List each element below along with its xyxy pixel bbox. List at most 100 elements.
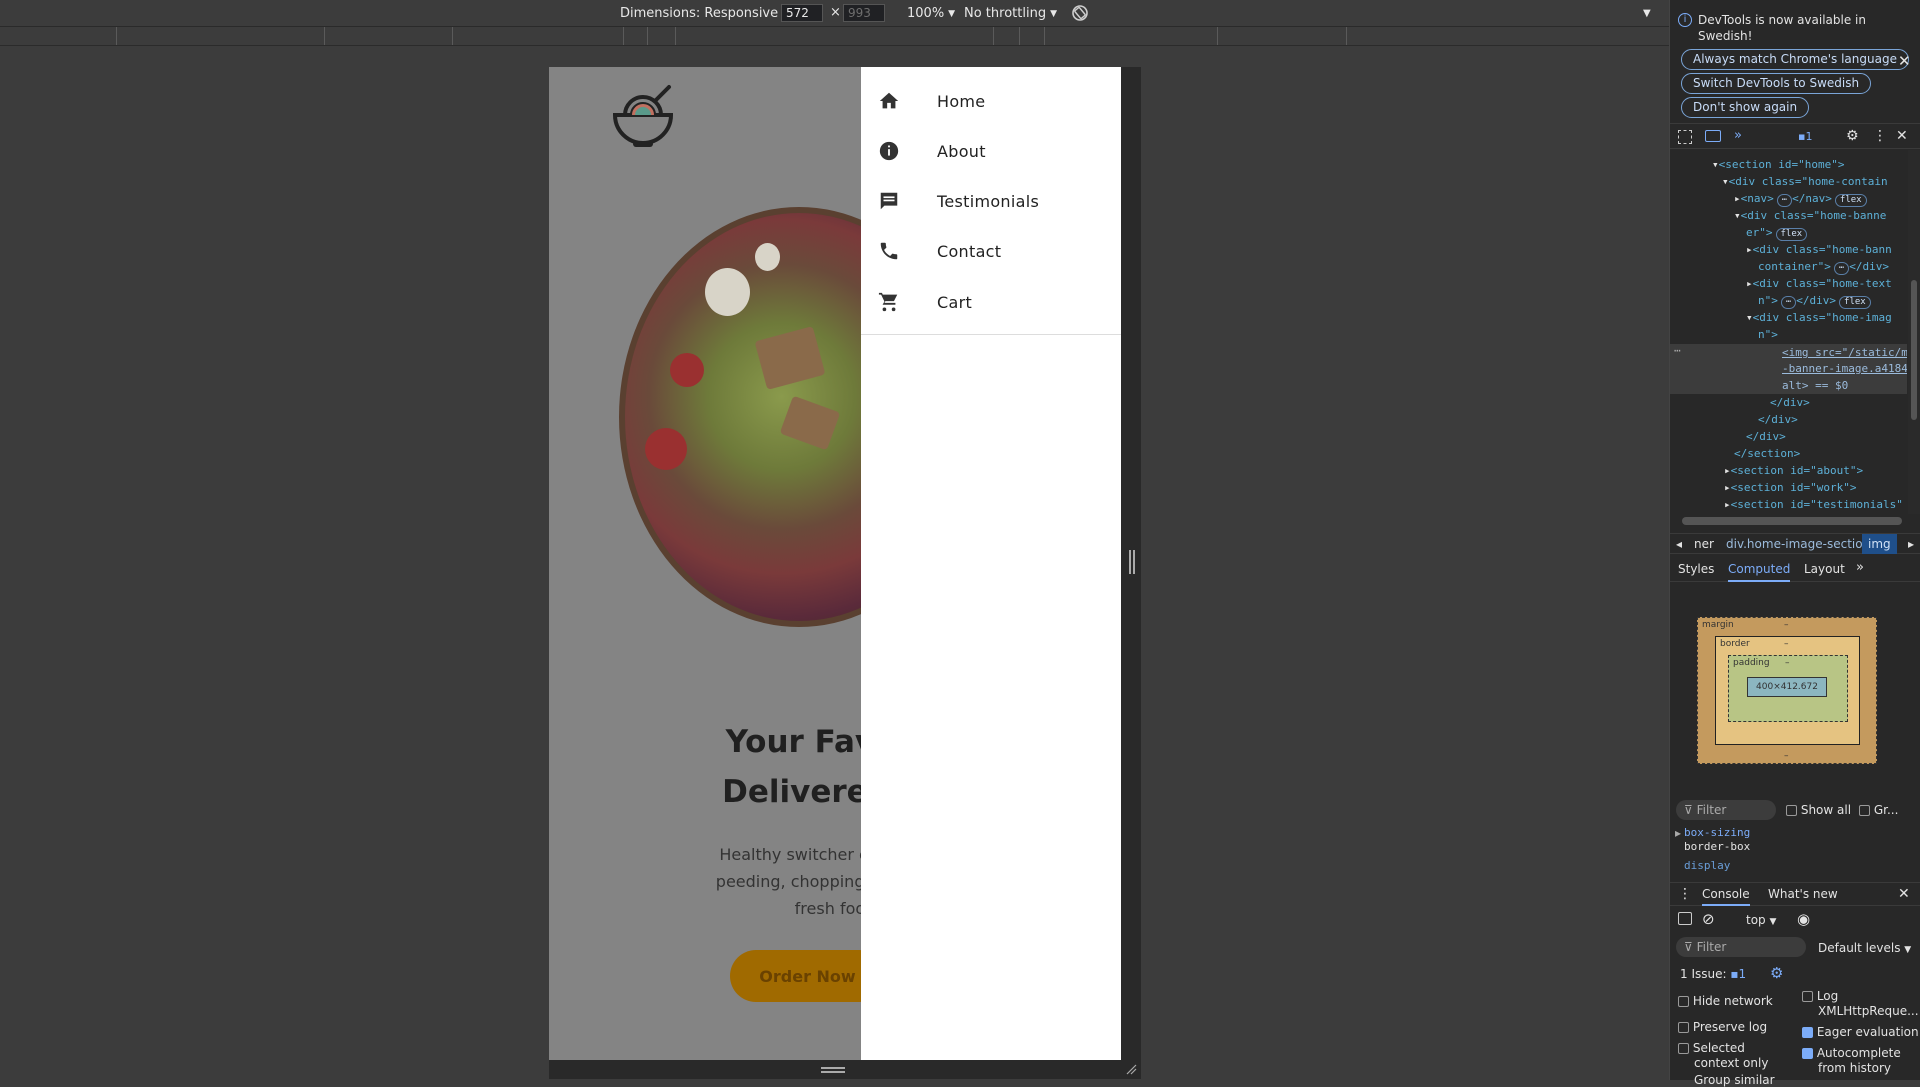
menu-item-contact[interactable]: Contact <box>861 226 1121 276</box>
kebab-menu-icon[interactable]: ⋮ <box>1678 886 1692 902</box>
breadcrumb-item[interactable]: div.home-image-section <box>1726 537 1870 551</box>
tree-node[interactable]: </div> <box>1746 430 1786 443</box>
context-dropdown[interactable]: top ▼ <box>1746 913 1776 927</box>
tab-computed[interactable]: Computed <box>1728 562 1791 582</box>
ruler-segment[interactable] <box>647 27 648 45</box>
clear-console-icon[interactable]: ⊘ <box>1702 910 1715 928</box>
ellipsis-badge[interactable]: ⋯ <box>1776 194 1793 207</box>
resize-handle-right[interactable] <box>1129 550 1135 574</box>
menu-item-about[interactable]: About <box>861 126 1121 176</box>
computed-prop[interactable]: box-sizing <box>1684 826 1750 839</box>
preserve-log-checkbox[interactable]: Preserve log <box>1678 1020 1767 1034</box>
hide-network-checkbox[interactable]: Hide network <box>1678 994 1773 1008</box>
menu-item-testimonials[interactable]: Testimonials <box>861 176 1121 226</box>
ellipsis-icon[interactable]: ⋯ <box>1674 344 1681 357</box>
close-icon[interactable]: ✕ <box>1898 886 1910 902</box>
tree-node[interactable]: </section> <box>1734 447 1800 460</box>
tree-node[interactable]: ▾<div class="home-banne <box>1734 209 1886 222</box>
chevron-left-icon[interactable]: ◂ <box>1676 537 1682 551</box>
ruler-segment[interactable] <box>116 27 117 45</box>
tab-layout[interactable]: Layout <box>1804 562 1845 576</box>
ruler-segment[interactable] <box>1346 27 1347 45</box>
ruler-segment[interactable] <box>452 27 453 45</box>
dont-show-again-button[interactable]: Don't show again <box>1681 97 1810 118</box>
sidebar-toggle-icon[interactable] <box>1678 912 1692 925</box>
height-input[interactable]: 993 <box>843 4 885 22</box>
tree-node-selected[interactable]: <img src="/static/m <box>1782 346 1907 359</box>
menu-item-cart[interactable]: Cart <box>861 277 1121 327</box>
zoom-dropdown[interactable]: 100% ▼ <box>907 6 955 21</box>
bowl-logo-icon[interactable] <box>607 81 679 153</box>
ruler-segment[interactable] <box>993 27 994 45</box>
inspect-element-icon[interactable] <box>1678 130 1692 144</box>
ruler-segment[interactable] <box>324 27 325 45</box>
tree-node[interactable]: ▸<section id="about"> <box>1724 464 1863 477</box>
rotate-icon[interactable] <box>1070 3 1090 23</box>
tab-styles[interactable]: Styles <box>1678 562 1714 576</box>
more-tabs-icon[interactable]: » <box>1856 560 1864 575</box>
ruler-segment[interactable] <box>675 27 676 45</box>
tab-whats-new[interactable]: What's new <box>1768 887 1838 901</box>
issues-row[interactable]: 1 Issue: ▪1 <box>1680 967 1746 981</box>
tree-node[interactable]: ▸<section id="work"> <box>1724 481 1856 494</box>
ellipsis-badge[interactable]: ⋯ <box>1780 296 1797 309</box>
more-options-icon[interactable]: ▼ <box>1643 8 1651 19</box>
close-icon[interactable]: ✕ <box>1898 52 1911 70</box>
flex-badge[interactable]: flex <box>1839 296 1871 309</box>
switch-to-swedish-button[interactable]: Switch DevTools to Swedish <box>1681 73 1872 94</box>
throttling-dropdown[interactable]: No throttling ▼ <box>964 6 1057 21</box>
tree-node[interactable]: ▾<div class="home-imag <box>1746 311 1892 324</box>
computed-prop[interactable]: display <box>1684 859 1730 872</box>
ellipsis-badge[interactable]: ⋯ <box>1833 262 1850 275</box>
eager-evaluation-checkbox[interactable]: Eager evaluation <box>1802 1025 1919 1039</box>
tree-node[interactable]: ▸<nav> ⋯ </nav> flex <box>1734 192 1867 207</box>
width-input[interactable]: 572 <box>781 4 823 22</box>
gear-icon[interactable]: ⚙ <box>1846 128 1859 144</box>
tree-node[interactable]: ▸<div class="home-bann <box>1746 243 1892 256</box>
device-toggle-icon[interactable] <box>1705 130 1721 142</box>
autocomplete-checkbox[interactable]: Autocomplete from history <box>1802 1046 1920 1076</box>
horizontal-scrollbar[interactable] <box>1682 517 1902 525</box>
log-levels-dropdown[interactable]: Default levels ▼ <box>1818 941 1911 955</box>
log-xhr-checkbox[interactable]: Log XMLHttpReque... <box>1802 989 1920 1019</box>
show-all-checkbox[interactable]: Show all <box>1786 803 1851 817</box>
box-model-content[interactable]: 400×412.672 <box>1747 677 1827 697</box>
flex-badge[interactable]: flex <box>1775 228 1808 241</box>
elements-scrollbar[interactable] <box>1908 150 1920 514</box>
tab-console[interactable]: Console <box>1702 887 1750 906</box>
ruler-segment[interactable] <box>1044 27 1045 45</box>
flex-badge[interactable]: flex <box>1834 194 1867 207</box>
ruler-segment[interactable] <box>1019 27 1020 45</box>
ruler-segment[interactable] <box>623 27 624 45</box>
gear-icon[interactable]: ⚙ <box>1770 964 1783 982</box>
tree-node[interactable]: ▾<section id="home"> <box>1712 158 1844 171</box>
dimensions-dropdown[interactable]: Dimensions: Responsive ▼ <box>620 6 789 21</box>
group-checkbox[interactable]: Gr... <box>1859 803 1898 817</box>
resize-corner-icon[interactable] <box>1125 1063 1137 1075</box>
more-tabs-icon[interactable]: » <box>1734 128 1742 143</box>
always-match-language-button[interactable]: Always match Chrome's language <box>1681 49 1909 70</box>
tree-node[interactable]: ▸<section id="testimonials" <box>1724 498 1903 511</box>
close-icon[interactable]: ✕ <box>1896 128 1908 144</box>
console-filter-input[interactable]: ⊽ Filter <box>1676 937 1806 957</box>
resize-handle-bottom[interactable] <box>821 1067 845 1073</box>
tree-node[interactable]: </div> <box>1758 413 1798 426</box>
breadcrumb-item[interactable]: ner <box>1694 537 1714 551</box>
tree-node[interactable]: ▾<div class="home-contain <box>1722 175 1888 188</box>
box-model-padding[interactable]: padding – 400×412.672 <box>1728 655 1848 722</box>
tree-node[interactable]: </div> <box>1770 396 1810 409</box>
ruler-segment[interactable] <box>1217 27 1218 45</box>
selected-context-checkbox[interactable]: Selected context only <box>1678 1041 1793 1071</box>
breadcrumb-item-selected[interactable]: img <box>1862 534 1897 554</box>
filter-input[interactable]: ⊽ Filter <box>1676 800 1776 820</box>
issues-link[interactable]: ▪1 <box>1730 967 1746 981</box>
tree-node[interactable]: ▸<div class="home-text <box>1746 277 1892 290</box>
kebab-menu-icon[interactable]: ⋮ <box>1873 128 1887 144</box>
chevron-right-icon[interactable]: ▸ <box>1908 537 1914 551</box>
box-model-border[interactable]: border – padding – 400×412.672 <box>1715 636 1860 745</box>
eye-icon[interactable]: ◉ <box>1797 910 1810 928</box>
menu-item-home[interactable]: Home <box>861 76 1121 126</box>
expand-arrow-icon[interactable]: ▸ <box>1675 826 1681 840</box>
issues-badge[interactable]: ▪1 <box>1798 130 1812 143</box>
box-model-margin[interactable]: margin – – border – padding – 400×412.67… <box>1697 617 1877 764</box>
